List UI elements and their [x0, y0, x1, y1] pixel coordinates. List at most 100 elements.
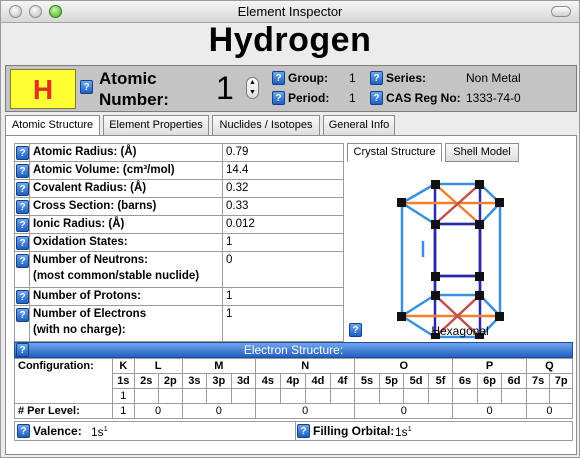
help-icon[interactable]: ? — [16, 343, 29, 357]
occupancy-1s: 1 — [112, 388, 135, 404]
occupancy-cell — [501, 388, 527, 404]
shell-q: Q — [525, 358, 574, 374]
subshell-label: 6s — [452, 373, 478, 389]
subshell-label: 2p — [158, 373, 183, 389]
occupancy-cell — [206, 388, 232, 404]
property-value: 1 — [222, 287, 344, 306]
subshell-label: 7s — [525, 373, 551, 389]
table-row: ? Covalent Radius: (Å) 0.32 — [14, 179, 344, 198]
help-icon[interactable]: ? — [272, 91, 285, 105]
atomic-number-label: Atomic Number: — [99, 69, 169, 109]
occupancy-cell — [279, 388, 307, 404]
occupancy-cell — [403, 388, 429, 404]
table-row: ? Number of Neutrons: (most common/stable… — [14, 251, 344, 288]
table-row: ? Atomic Radius: (Å) 0.79 — [14, 143, 344, 162]
subshell-label: 4s — [255, 373, 281, 389]
per-level-value: 0 — [354, 403, 454, 419]
title-bar[interactable]: Element Inspector — [1, 1, 579, 23]
properties-table: ? Atomic Radius: (Å) 0.79 ? Atomic Volum… — [14, 143, 344, 342]
property-value: 0.32 — [222, 179, 344, 198]
occupancy-cell — [452, 388, 478, 404]
window-title: Element Inspector — [237, 4, 343, 19]
cas-value: 1333-74-0 — [466, 91, 521, 105]
subshell-label: 2s — [133, 373, 160, 389]
property-label: Cross Section: (barns) — [29, 197, 223, 216]
tab-atomic-structure[interactable]: Atomic Structure — [5, 115, 100, 136]
atomic-number-stepper[interactable]: ▲ ▼ — [246, 77, 259, 99]
subshell-label: 7p — [549, 373, 573, 389]
subshell-label: 4p — [279, 373, 307, 389]
period-label: Period: — [288, 91, 330, 105]
subshell-label: 5s — [354, 373, 380, 389]
shell-p: P — [452, 358, 527, 374]
per-level-value: 0 — [452, 403, 527, 419]
crystal-structure-label: Hexagonal — [431, 324, 489, 338]
inspector-window: Element Inspector Hydrogen H ? Atomic Nu… — [0, 0, 580, 458]
occupancy-cell — [181, 388, 208, 404]
property-label: Number of Neutrons: (most common/stable n… — [29, 251, 223, 288]
occupancy-cell — [158, 388, 183, 404]
property-value: 14.4 — [222, 161, 344, 180]
subshell-label: 6d — [501, 373, 527, 389]
tab-crystal-structure[interactable]: Crystal Structure — [347, 143, 442, 162]
shell-k: K — [112, 358, 135, 374]
per-level-value: 0 — [525, 403, 574, 419]
occupancy-cell — [255, 388, 281, 404]
help-icon[interactable]: ? — [297, 424, 310, 438]
help-icon[interactable]: ? — [16, 200, 29, 214]
help-icon[interactable]: ? — [80, 80, 93, 94]
table-row: ? Atomic Volume: (cm³/mol) 14.4 — [14, 161, 344, 180]
electron-structure-header: ? Electron Structure: — [14, 342, 573, 358]
shell-l: L — [133, 358, 183, 374]
subshell-label: 4d — [305, 373, 331, 389]
per-level-label: # Per Level: — [13, 403, 114, 419]
tab-shell-model[interactable]: Shell Model — [445, 143, 519, 162]
property-label: Atomic Radius: (Å) — [29, 143, 223, 162]
property-value: 0 — [222, 251, 344, 288]
tab-nuclides-isotopes[interactable]: Nuclides / Isotopes — [212, 115, 320, 136]
series-value: Non Metal — [466, 71, 521, 85]
subshell-label: 5f — [427, 373, 454, 389]
filling-orbital-value: 1s1 — [395, 425, 412, 439]
subshell-label: 3s — [181, 373, 208, 389]
occupancy-cell — [549, 388, 573, 404]
help-icon[interactable]: ? — [16, 290, 29, 304]
tab-element-properties[interactable]: Element Properties — [103, 115, 209, 136]
property-label: Number of Electrons (with no charge): — [29, 305, 223, 342]
configuration-label: Configuration: — [13, 358, 114, 404]
help-icon[interactable]: ? — [16, 146, 29, 160]
help-icon[interactable]: ? — [16, 308, 29, 322]
filling-orbital-label: Filling Orbital: — [313, 424, 395, 438]
help-icon[interactable]: ? — [17, 424, 30, 438]
table-row: ? Cross Section: (barns) 0.33 — [14, 197, 344, 216]
element-symbol: H — [10, 69, 76, 109]
help-icon[interactable]: ? — [272, 71, 285, 85]
help-icon[interactable]: ? — [370, 91, 383, 105]
occupancy-cell — [133, 388, 160, 404]
toolbar-toggle-button[interactable] — [551, 6, 571, 17]
structure-pane: Crystal Structure Shell Model ? Hexagona… — [347, 143, 573, 339]
shell-o: O — [354, 358, 454, 374]
help-icon[interactable]: ? — [16, 164, 29, 178]
shell-n: N — [255, 358, 356, 374]
occupancy-cell — [305, 388, 331, 404]
help-icon[interactable]: ? — [16, 254, 29, 268]
per-level-value: 0 — [255, 403, 356, 419]
per-level-value: 0 — [133, 403, 183, 419]
property-label: Oxidation States: — [29, 233, 223, 252]
help-icon[interactable]: ? — [16, 218, 29, 232]
table-row: ? Number of Electrons (with no charge): 1 — [14, 305, 344, 342]
hexagonal-crystal-model — [397, 180, 504, 339]
tab-general-info[interactable]: General Info — [323, 115, 395, 136]
occupancy-cell — [476, 388, 503, 404]
table-row: ? Ionic Radius: (Å) 0.012 — [14, 215, 344, 234]
table-row: ? Oxidation States: 1 — [14, 233, 344, 252]
help-icon[interactable]: ? — [16, 236, 29, 250]
help-icon[interactable]: ? — [370, 71, 383, 85]
period-value: 1 — [349, 91, 356, 105]
help-icon[interactable]: ? — [16, 182, 29, 196]
electron-configuration-table: Configuration: K L M N O P Q 1s 2s 2p 3s… — [13, 358, 574, 419]
divider — [295, 421, 296, 441]
occupancy-cell — [329, 388, 356, 404]
cas-label: CAS Reg No: — [386, 91, 461, 105]
